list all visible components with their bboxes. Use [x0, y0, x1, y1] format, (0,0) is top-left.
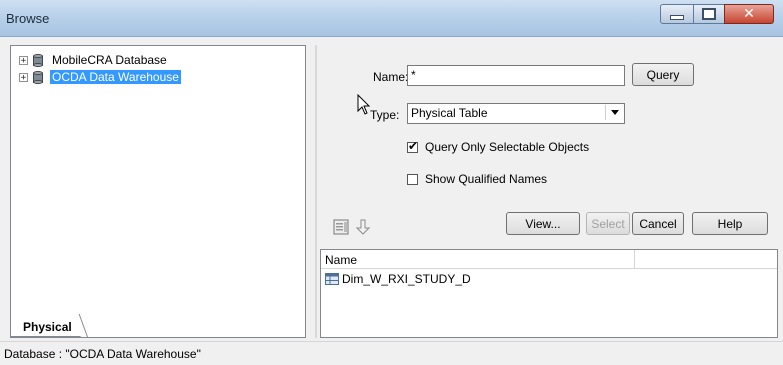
title-bar[interactable]: Browse ✕ — [0, 0, 783, 37]
name-label: Name: — [373, 70, 409, 84]
name-input[interactable]: * — [407, 65, 625, 86]
results-list[interactable]: Name Dim_W_RXI_STUDY_D — [320, 249, 778, 338]
expand-icon[interactable]: + — [19, 55, 28, 65]
status-text: Database : "OCDA Data Warehouse" — [4, 347, 201, 361]
status-bar: Database : "OCDA Data Warehouse" — [0, 341, 783, 365]
tree-item-label[interactable]: OCDA Data Warehouse — [50, 70, 181, 84]
minimize-icon — [670, 14, 684, 20]
close-icon: ✕ — [743, 6, 755, 22]
tab-physical[interactable]: Physical — [10, 316, 90, 337]
arrow-down-icon[interactable] — [355, 219, 371, 235]
table-icon — [325, 273, 339, 285]
close-button[interactable]: ✕ — [724, 4, 774, 24]
chevron-down-icon[interactable] — [605, 105, 623, 120]
tree-panel[interactable]: + MobileCRA Database + OCDA Data Warehou… — [10, 45, 306, 338]
minimize-button[interactable] — [660, 4, 694, 24]
type-label: Type: — [370, 108, 400, 122]
properties-icon[interactable] — [333, 219, 349, 235]
expand-icon[interactable]: + — [19, 72, 28, 82]
query-selectable-checkbox[interactable]: ✔ — [407, 139, 418, 153]
query-selectable-option[interactable]: ✔ Query Only Selectable Objects — [407, 139, 590, 154]
query-selectable-label: Query Only Selectable Objects — [425, 140, 590, 154]
mouse-cursor-icon — [357, 94, 371, 115]
select-button[interactable]: Select — [586, 212, 630, 235]
tree-item-label[interactable]: MobileCRA Database — [50, 53, 169, 67]
column-header-extra[interactable] — [635, 250, 777, 268]
database-icon — [33, 53, 43, 67]
panel-splitter[interactable] — [315, 45, 317, 338]
help-button[interactable]: Help — [692, 212, 768, 235]
database-icon — [33, 70, 43, 84]
tree-item-mobilecra[interactable]: + MobileCRA Database — [19, 52, 169, 68]
maximize-icon — [702, 8, 716, 20]
results-header: Name — [321, 250, 777, 269]
qualified-names-label: Show Qualified Names — [425, 172, 548, 186]
maximize-button[interactable] — [693, 4, 725, 24]
qualified-names-option[interactable]: Show Qualified Names — [407, 172, 547, 186]
list-item[interactable]: Dim_W_RXI_STUDY_D — [325, 272, 471, 286]
column-header-name[interactable]: Name — [321, 250, 635, 268]
cancel-button[interactable]: Cancel — [632, 212, 684, 235]
list-item-label: Dim_W_RXI_STUDY_D — [342, 272, 471, 286]
type-select[interactable]: Physical Table — [407, 103, 625, 124]
browse-dialog: Browse ✕ + MobileCRA Database + OCDA Dat… — [0, 0, 783, 365]
query-button[interactable]: Query — [632, 63, 694, 86]
tree-item-ocda[interactable]: + OCDA Data Warehouse — [19, 69, 181, 85]
type-select-value: Physical Table — [411, 106, 488, 120]
window-title: Browse — [6, 11, 50, 26]
view-button[interactable]: View... — [506, 212, 580, 235]
qualified-names-checkbox[interactable] — [407, 173, 418, 185]
